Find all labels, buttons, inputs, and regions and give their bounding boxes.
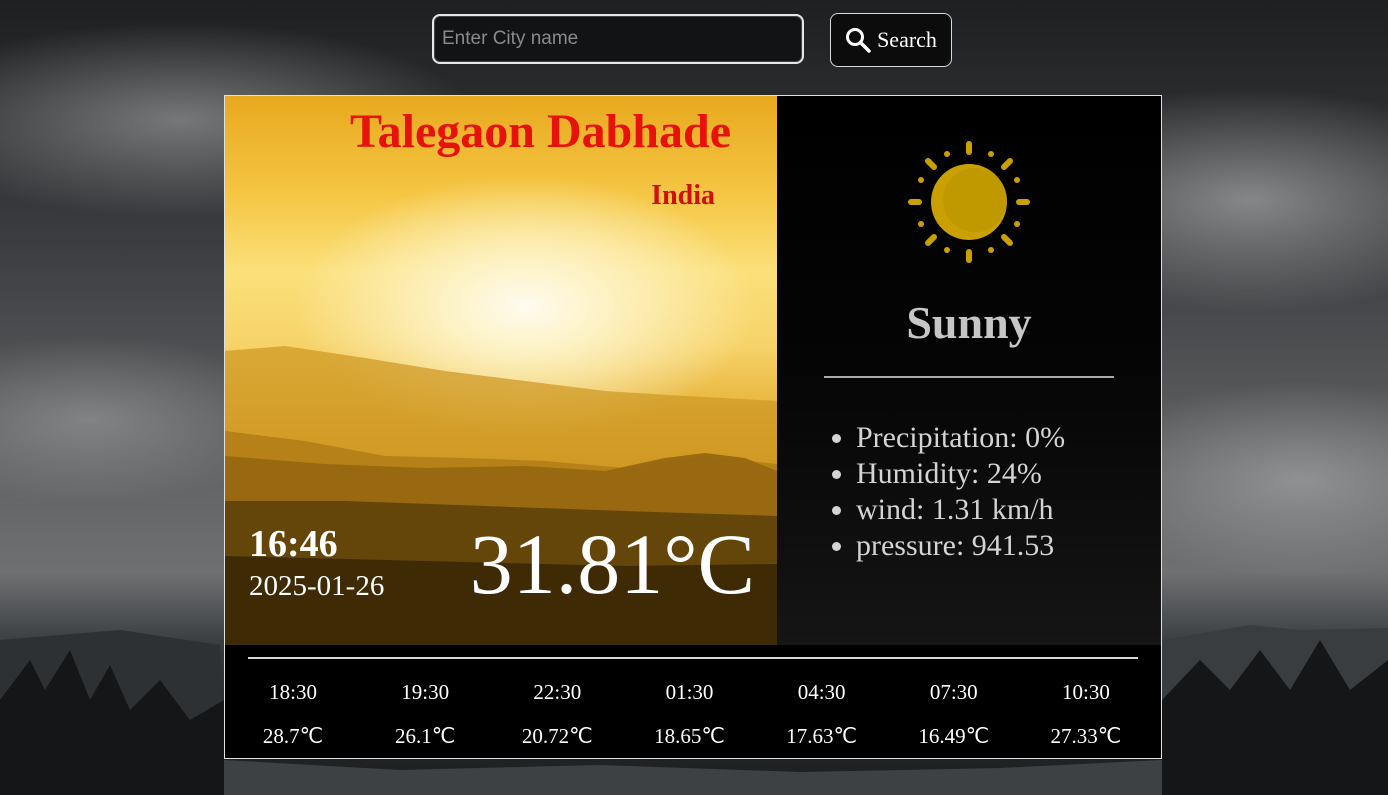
country-name: India — [651, 180, 715, 211]
forecast-slot: 18:30 28.7℃ — [227, 674, 359, 756]
weather-hero: Talegaon Dabhade India 16:46 2025-01-26 … — [225, 96, 777, 645]
weather-details-panel: Sunny Precipitation: 0% Humidity: 24% wi… — [777, 96, 1161, 645]
search-button-label: Search — [877, 27, 937, 52]
forecast-temp: 20.72℃ — [521, 724, 593, 748]
weather-condition: Sunny — [906, 297, 1032, 348]
forecast-slot: 19:30 26.1℃ — [359, 674, 491, 756]
detail-precipitation: Precipitation: 0% — [856, 420, 1065, 456]
divider — [824, 376, 1114, 378]
forecast-divider — [248, 657, 1138, 659]
forecast-slot: 04:30 17.63℃ — [756, 674, 888, 756]
weather-card: Talegaon Dabhade India 16:46 2025-01-26 … — [224, 95, 1162, 759]
forecast-temp: 26.1℃ — [395, 724, 456, 748]
detail-pressure: pressure: 941.53 — [856, 528, 1065, 564]
city-name: Talegaon Dabhade — [350, 105, 731, 158]
forecast-time: 22:30 — [533, 680, 582, 704]
forecast-slot: 07:30 16.49℃ — [888, 674, 1020, 756]
forecast-time: 18:30 — [269, 680, 317, 704]
forecast-slot: 22:30 20.72℃ — [491, 674, 623, 756]
weather-details-list: Precipitation: 0% Humidity: 24% wind: 1.… — [831, 420, 1065, 564]
forecast-slot: 10:30 27.33℃ — [1020, 674, 1152, 756]
forecast-slot: 01:30 18.65℃ — [623, 674, 755, 756]
city-search-input[interactable] — [432, 14, 804, 64]
search-button[interactable]: Search — [830, 13, 952, 67]
forecast-temp: 27.33℃ — [1050, 724, 1122, 748]
current-time: 16:46 — [249, 523, 338, 565]
search-icon — [846, 28, 871, 53]
forecast-time: 19:30 — [401, 680, 450, 704]
detail-wind: wind: 1.31 km/h — [856, 492, 1065, 528]
forecast-time: 04:30 — [797, 680, 846, 704]
detail-humidity: Humidity: 24% — [856, 456, 1065, 492]
hourly-forecast: 18:30 28.7℃ 19:30 26.1℃ 22:30 20.72℃ 01:… — [225, 674, 1161, 756]
forecast-time: 07:30 — [929, 680, 978, 704]
current-temperature: 31.81°C — [469, 516, 755, 612]
forecast-time: 10:30 — [1061, 680, 1110, 704]
forecast-temp: 18.65℃ — [654, 724, 725, 748]
forecast-temp: 17.63℃ — [786, 724, 858, 748]
forecast-temp: 16.49℃ — [918, 724, 990, 748]
current-date: 2025-01-26 — [249, 570, 385, 602]
forecast-time: 01:30 — [665, 680, 714, 704]
sun-icon — [908, 141, 1030, 263]
forecast-temp: 28.7℃ — [262, 724, 324, 748]
